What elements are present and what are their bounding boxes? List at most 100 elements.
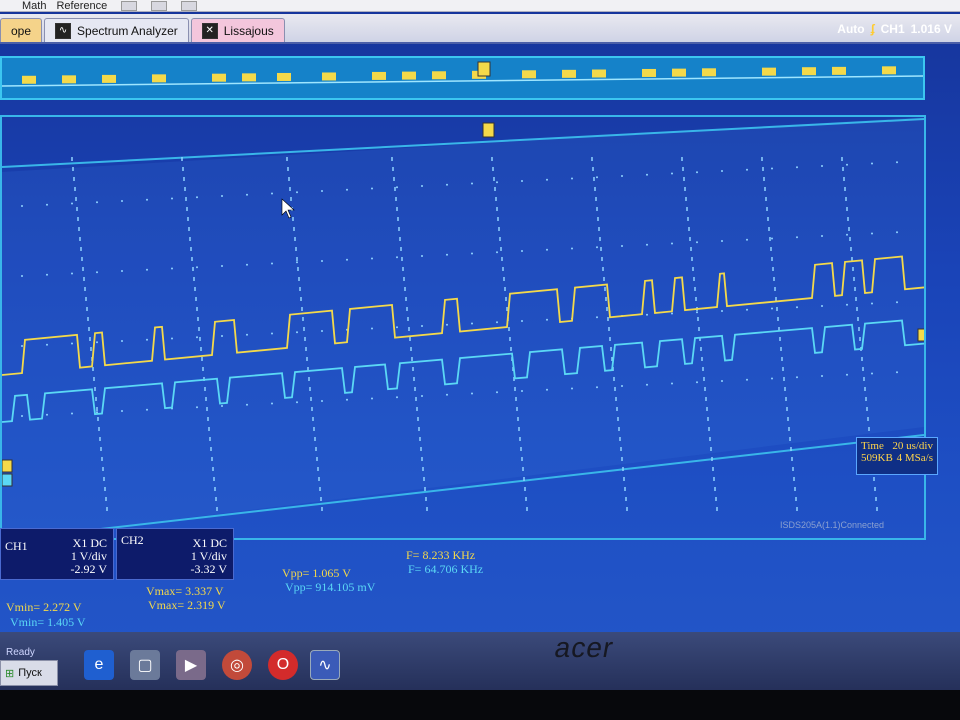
timebase-box[interactable]: Time 20 us/div 509KB 4 MSa/s [856,437,938,475]
trigger-source: CH1 [880,22,905,36]
plot-area [2,117,924,538]
grid-dot [896,161,898,164]
grid-dot [146,268,148,271]
grid-dot [221,335,223,337]
grid-dot [371,327,373,330]
grid-dot [196,406,198,409]
grid-dot [671,242,673,245]
grid-dot [721,380,723,382]
grid-dot [446,323,448,326]
toolbar-icon[interactable] [121,0,138,11]
ch1-vmax: Vmax= 3.337 V [146,584,224,598]
grid-dot [471,182,473,185]
overview-burst [402,71,416,80]
acquisition-status: Auto ʄ CH1 1.016 V [837,22,952,36]
grid-dot [221,195,223,197]
start-button[interactable]: ⊞ Пуск [0,660,58,686]
grid-dot [21,345,23,347]
grid-dot [46,343,48,346]
overview-burst [562,69,576,78]
sample-rate: 4 MSa/s [896,452,933,464]
grid-dot [521,250,523,252]
overview-burst [522,70,536,79]
windows-logo-icon: ⊞ [5,667,15,680]
grid-dot [46,273,48,276]
grid-dot [596,316,598,319]
grid-dot [871,372,873,375]
grid-dot [796,166,798,169]
grid-dot [696,311,698,314]
grid-dot [596,386,598,389]
grid-dot [721,170,723,172]
grid-dot [696,381,698,384]
grid-dot [271,402,273,405]
overview-burst [212,73,226,82]
grid-dot [71,412,73,415]
grid-dot [371,187,373,190]
toolbar-icon[interactable] [181,0,198,11]
start-label: Пуск [18,667,42,679]
grid-dot [346,398,348,401]
tab-lissajous[interactable]: ✕ Lissajous [190,18,285,42]
ie-icon[interactable]: e [84,650,114,680]
grid-dot [746,308,748,311]
timebase-per-div: 20 us/div [892,440,933,452]
grid-dot [621,385,623,387]
grid-dot [871,232,873,235]
menu-item-math[interactable]: Math [22,0,46,12]
grid-dot [46,413,48,416]
lissajous-icon: ✕ [201,22,218,39]
overview-burst [832,66,846,75]
grid-dot [621,175,623,177]
waveform-overview[interactable] [0,56,925,100]
grid-dot [671,382,673,385]
overview-burst [152,74,166,83]
ch1-ground-marker [2,459,13,473]
scope-app-icon[interactable]: ∿ [310,650,340,680]
grid-dot [246,193,248,196]
grid-dot [121,200,123,202]
grid-dot [446,253,448,256]
grid-dot [296,191,298,194]
grid-dot [496,391,498,394]
tab-scope[interactable]: ope [0,18,43,42]
overview-trace [2,75,923,87]
grid-dot [646,383,648,386]
grid-dot [496,251,498,254]
opera-icon[interactable]: O [268,650,298,680]
grid-dot [446,393,448,396]
grid-dot [846,233,848,236]
overview-burst [592,69,606,78]
window-icon[interactable]: ▢ [130,650,160,680]
grid-dot [171,337,173,340]
overview-burst [22,75,36,84]
grid-dot [746,378,748,381]
grid-dot [671,312,673,315]
grid-dot [271,192,273,195]
screen: Math Reference ope ∿ Spectrum Analyzer ✕… [0,0,960,690]
grid-dot [846,163,848,166]
menu-item-reference[interactable]: Reference [56,0,107,12]
grid-dot [21,205,23,207]
grid-dot [446,183,448,186]
media-icon[interactable]: ▶ [176,650,206,680]
grid-dot [796,236,798,239]
grid-dot [421,325,423,327]
overview-burst [672,68,686,77]
tab-spectrum-analyzer[interactable]: ∿ Spectrum Analyzer [44,18,189,42]
grid-dot [821,165,823,167]
grid-dot [296,331,298,334]
waveform-display[interactable] [0,115,926,540]
grid-dot [821,375,823,377]
grid-dot [896,231,898,234]
overview-burst [242,73,256,82]
grid-dot [771,307,773,310]
grid-dot [871,162,873,165]
chrome-icon[interactable]: ◎ [222,650,252,680]
toolbar-icon[interactable] [151,0,168,11]
status-ready: Ready [6,647,35,658]
grid-dot [546,248,548,251]
grid-dot [521,320,523,322]
grid-dot [96,411,98,414]
grid-dot [521,390,523,392]
